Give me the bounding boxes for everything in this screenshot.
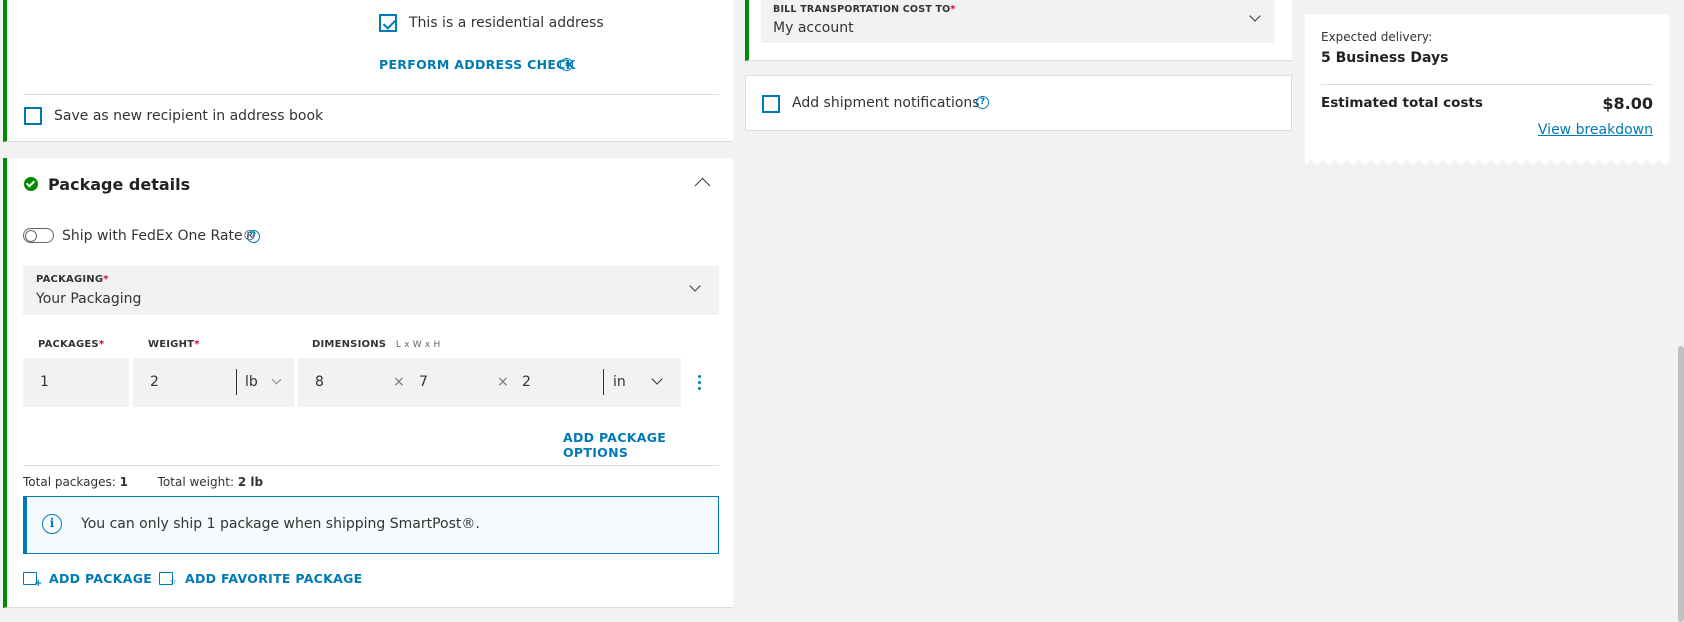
divider (1321, 84, 1653, 85)
weight-unit-select[interactable]: lb (245, 374, 258, 390)
dim-unit-chevron-icon (651, 373, 663, 385)
totals-summary: Total packages: 1 Total weight: 2 lb (23, 475, 263, 489)
more-options-icon[interactable] (698, 375, 702, 391)
packaging-value: Your Packaging (36, 291, 142, 307)
address-check-link[interactable]: PERFORM ADDRESS CHECK (379, 57, 576, 72)
expected-delivery-value: 5 Business Days (1321, 50, 1449, 66)
residential-label: This is a residential address (409, 15, 604, 31)
billing-card: BILL TRANSPORTATION COST TO* My account (745, 0, 1292, 61)
package-details-title: Package details (48, 175, 191, 194)
smartpost-info-banner: i You can only ship 1 package when shipp… (23, 496, 719, 554)
times-icon: × (497, 374, 509, 390)
dim-length-value[interactable]: 8 (315, 374, 324, 390)
info-text: You can only ship 1 package when shippin… (81, 516, 480, 532)
total-weight-value: 2 lb (237, 475, 264, 489)
weight-unit-divider (236, 369, 237, 395)
dimensions-hint: L x W x H (395, 340, 441, 350)
shipment-notifications-label: Add shipment notifications (792, 95, 980, 111)
one-rate-help-icon[interactable]: ? (247, 230, 260, 243)
bill-transportation-label: BILL TRANSPORTATION COST TO* (773, 4, 956, 15)
package-details-card: Package details Ship with FedEx One Rate… (3, 158, 733, 608)
shipment-notifications-checkbox[interactable] (762, 95, 780, 113)
toggle-knob (25, 230, 37, 242)
dim-width-value[interactable]: 7 (419, 374, 428, 390)
divider (23, 465, 719, 466)
chevron-down-icon (689, 280, 701, 292)
total-weight-label: Total weight: (157, 475, 234, 489)
packaging-label: PACKAGING* (36, 274, 109, 285)
view-breakdown-link[interactable]: View breakdown (1538, 122, 1653, 138)
receipt-edge (1305, 158, 1669, 164)
chevron-down-icon (1249, 10, 1261, 22)
recipient-card: This is a residential address PERFORM AD… (3, 0, 733, 142)
add-package-options-link[interactable]: ADD PACKAGE OPTIONS (563, 430, 733, 460)
notifications-card: Add shipment notifications ? (745, 75, 1292, 131)
save-recipient-checkbox[interactable] (24, 107, 42, 125)
divider (23, 94, 719, 95)
expected-delivery-label: Expected delivery: (1321, 30, 1433, 44)
packages-value: 1 (40, 374, 49, 390)
notifications-help-icon[interactable]: ? (976, 96, 989, 109)
total-packages-label: Total packages: (23, 475, 116, 489)
add-package-label: ADD PACKAGE (49, 571, 153, 586)
weight-input[interactable]: 2 lb (133, 358, 294, 407)
dimensions-input[interactable]: 8 × 7 × 2 in (298, 358, 681, 407)
page-scrollbar[interactable] (1678, 346, 1684, 622)
weight-unit-chevron-icon (271, 374, 282, 385)
dim-unit-select[interactable]: in (613, 374, 626, 390)
bill-transportation-value: My account (773, 20, 854, 36)
add-favorite-package-label: ADD FAVORITE PACKAGE (185, 571, 363, 586)
save-recipient-label: Save as new recipient in address book (54, 108, 324, 124)
one-rate-toggle[interactable] (23, 228, 54, 243)
collapse-chevron-icon[interactable] (694, 177, 711, 194)
packages-label: PACKAGES* (38, 339, 105, 350)
residential-checkbox[interactable] (379, 14, 397, 32)
weight-label: WEIGHT* (148, 339, 200, 350)
packaging-select[interactable]: PACKAGING* Your Packaging (23, 266, 719, 315)
address-check-help-icon[interactable]: ? (560, 58, 573, 71)
dim-height-value[interactable]: 2 (522, 374, 531, 390)
estimated-total-label: Estimated total costs (1321, 95, 1483, 111)
weight-value: 2 (150, 374, 159, 390)
shipment-summary-card: Expected delivery: 5 Business Days Estim… (1305, 14, 1669, 164)
success-check-icon (24, 177, 38, 191)
dimensions-label: DIMENSIONS L x W x H (312, 339, 441, 350)
estimated-total-value: $8.00 (1602, 94, 1653, 113)
one-rate-label: Ship with FedEx One Rate® (62, 228, 257, 244)
times-icon: × (393, 374, 405, 390)
address-check-label: PERFORM ADDRESS CHECK (379, 57, 576, 72)
info-icon: i (42, 514, 62, 534)
dim-unit-divider (603, 369, 604, 395)
total-packages-value: 1 (119, 475, 128, 489)
bill-transportation-select[interactable]: BILL TRANSPORTATION COST TO* My account (761, 0, 1275, 43)
packages-input[interactable]: 1 (23, 358, 129, 407)
